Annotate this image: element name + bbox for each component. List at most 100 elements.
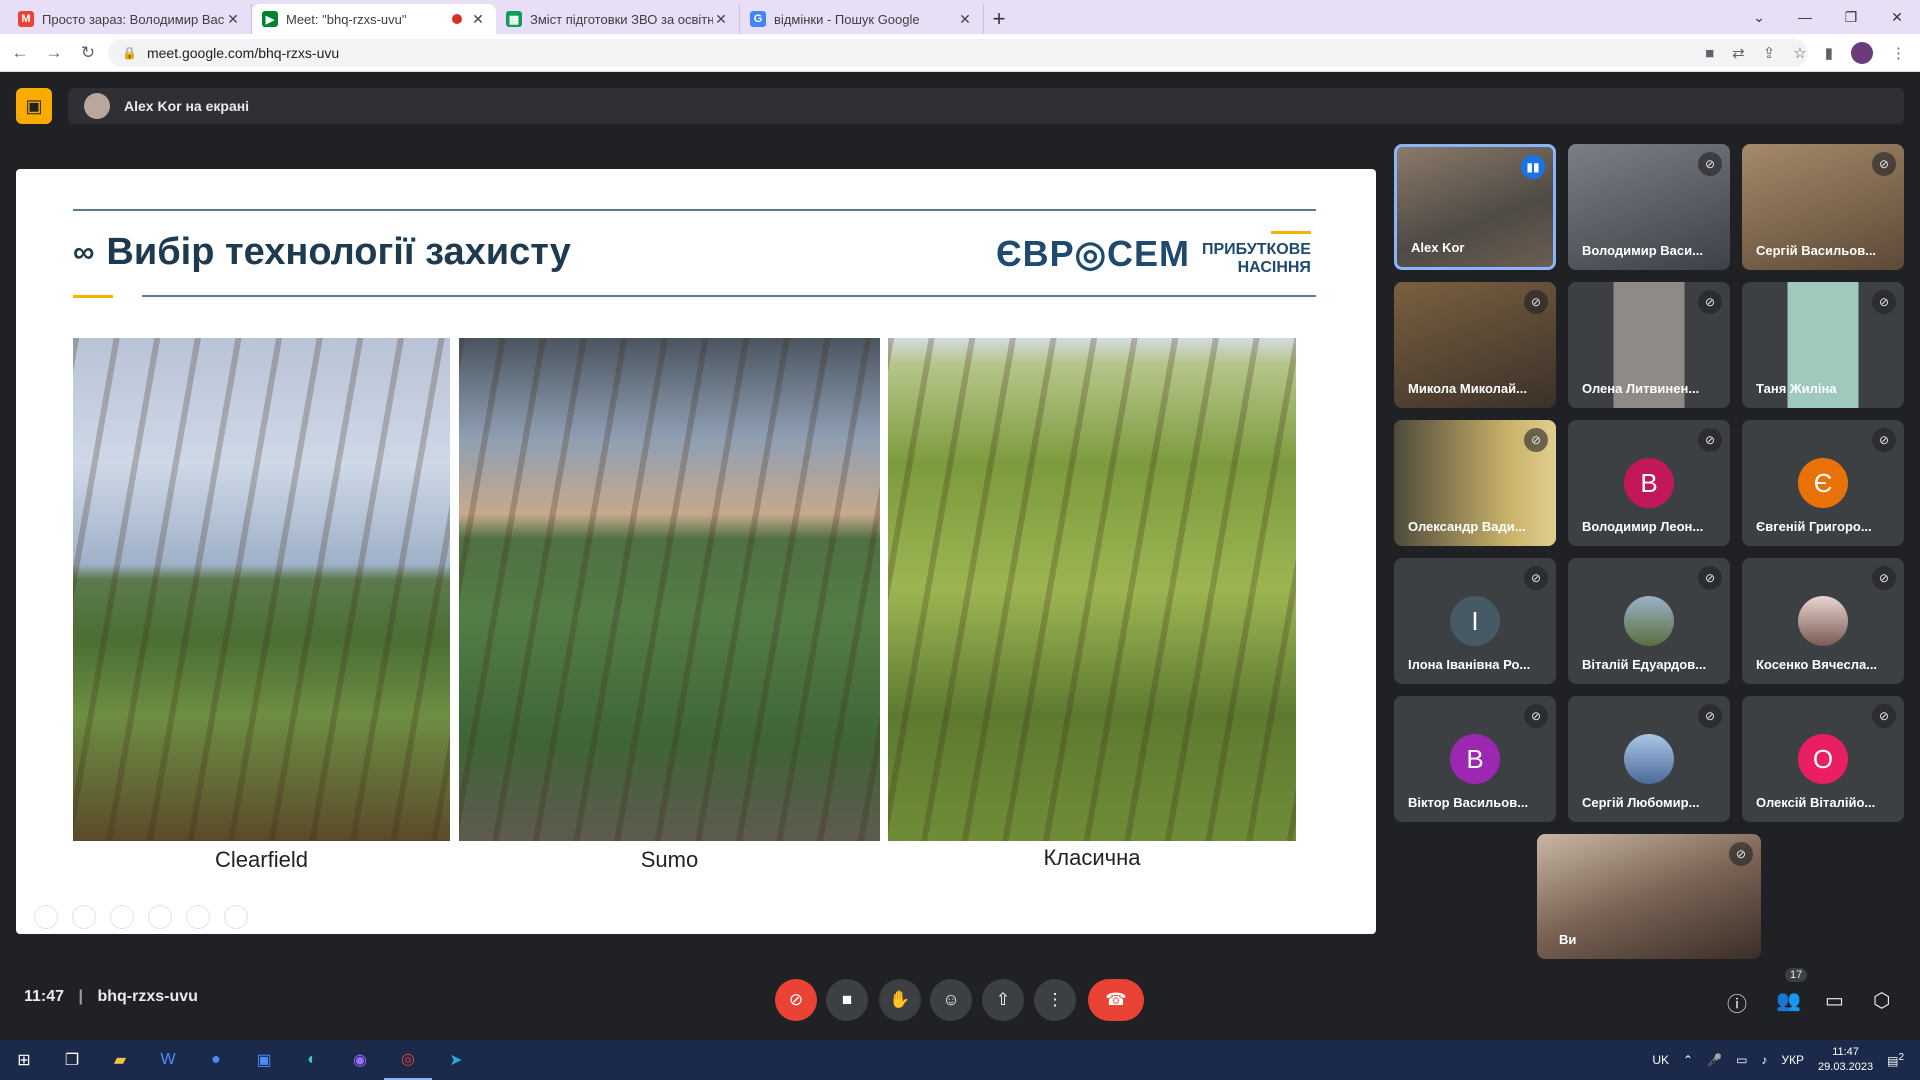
tab-google-search[interactable]: G відмінки - Пошук Google ✕ — [740, 4, 984, 34]
word-icon[interactable]: W — [144, 1040, 192, 1080]
microphone-icon[interactable]: 🎤 — [1707, 1053, 1722, 1067]
close-icon[interactable]: ✕ — [957, 11, 973, 28]
activities-icon[interactable]: ⬡ — [1873, 988, 1890, 1013]
camera-toggle-button[interactable]: ■ — [826, 979, 868, 1021]
participant-tile[interactable]: ⊘ В Володимир Леон... — [1568, 420, 1730, 546]
info-icon[interactable]: ⓘ — [1727, 988, 1747, 1017]
prev-slide-icon[interactable] — [34, 905, 58, 929]
participant-tile[interactable]: ⊘ Сергій Васильов... — [1742, 144, 1904, 270]
kebab-menu-icon[interactable]: ⋮ — [1891, 44, 1906, 62]
windows-start-icon[interactable]: ⊞ — [0, 1040, 48, 1080]
mic-off-icon: ⊘ — [788, 990, 804, 1009]
lang-short[interactable]: UK — [1652, 1053, 1669, 1067]
chevron-down-icon[interactable]: ⌄ — [1736, 0, 1782, 34]
file-explorer-icon[interactable]: ▰ — [96, 1040, 144, 1080]
edge-icon[interactable]: ◐ — [288, 1040, 336, 1080]
network-icon[interactable]: ▭ — [1736, 1053, 1747, 1067]
close-icon[interactable]: ✕ — [470, 11, 486, 28]
participant-name: Олександр Вади... — [1408, 519, 1526, 534]
minimize-button[interactable]: — — [1782, 0, 1828, 34]
reactions-button[interactable]: ☺ — [930, 979, 972, 1021]
logo-tagline: ПРИБУТКОВЕ НАСІННЯ — [1202, 231, 1311, 277]
mic-off-icon: ⊘ — [1872, 428, 1896, 452]
reload-icon[interactable]: ↻ — [74, 43, 102, 63]
address-bar-icons: ■ ⇄ ⇪ ☆ ▮ ⋮ — [1705, 42, 1906, 64]
participant-tile[interactable]: ⊘ В Віктор Васильов... — [1394, 696, 1556, 822]
participant-tile[interactable]: ⊘ Таня Жиліна — [1742, 282, 1904, 408]
mic-toggle-button[interactable]: ⊘ — [775, 979, 817, 1021]
people-count-badge: 17 — [1785, 968, 1808, 982]
mic-off-icon: ⊘ — [1872, 152, 1896, 176]
more-options-button[interactable]: ⋮ — [1034, 979, 1076, 1021]
camera-icon[interactable]: ■ — [1705, 45, 1714, 62]
participant-tile[interactable]: ⊘ О Олексій Віталійо... — [1742, 696, 1904, 822]
back-icon[interactable]: ← — [6, 43, 34, 63]
system-tray: UK ⌃ 🎤 ▭ ♪ УКР 11:47 29.03.2023 ▤2 — [1652, 1040, 1920, 1080]
lock-icon[interactable]: 🔒 — [122, 46, 137, 60]
store-icon[interactable]: ▣ — [240, 1040, 288, 1080]
participant-tile[interactable]: ⊘ Олена Литвинен... — [1568, 282, 1730, 408]
tab-sheets[interactable]: ▦ Зміст підготовки ЗВО за освітні... ✕ — [496, 4, 740, 34]
avatar: О — [1798, 734, 1848, 784]
tab-title: відмінки - Пошук Google — [774, 11, 920, 27]
volume-icon[interactable]: ♪ — [1761, 1053, 1767, 1067]
link-icon: ∞ — [73, 235, 95, 269]
participant-tile[interactable]: ⊘ Косенко Вячесла... — [1742, 558, 1904, 684]
participant-tile[interactable]: ⊘ Є Євгеній Григоро... — [1742, 420, 1904, 546]
new-tab-button[interactable]: + — [984, 4, 1014, 34]
close-icon[interactable]: ✕ — [713, 11, 729, 28]
participant-tile[interactable]: ⊘ Микола Миколай... — [1394, 282, 1556, 408]
more-icon[interactable] — [224, 905, 248, 929]
zoom-icon[interactable]: ● — [192, 1040, 240, 1080]
avatar — [84, 93, 110, 119]
close-window-button[interactable]: ✕ — [1874, 0, 1920, 34]
participant-tile[interactable]: ⊘ Володимир Васи... — [1568, 144, 1730, 270]
participant-tile[interactable]: ▮▮ Alex Kor — [1394, 144, 1556, 270]
self-view-tile[interactable]: ⊘ Ви — [1537, 834, 1761, 959]
people-icon[interactable]: 👥 — [1776, 988, 1801, 1013]
participant-tile[interactable]: ⊘ І Ілона Іванівна Ро... — [1394, 558, 1556, 684]
maximize-button[interactable]: ❐ — [1828, 0, 1874, 34]
avatar — [1798, 596, 1848, 646]
divider — [73, 295, 113, 298]
raise-hand-button[interactable]: ✋ — [879, 979, 921, 1021]
tab-meet[interactable]: ▶ Meet: "bhq-rzxs-uvu" ✕ — [252, 4, 496, 34]
pen-icon[interactable] — [110, 905, 134, 929]
divider — [142, 295, 1316, 297]
language-indicator[interactable]: УКР — [1781, 1053, 1804, 1067]
slides-icon[interactable] — [148, 905, 172, 929]
stop-presenting-icon[interactable]: ▣ — [16, 88, 52, 124]
task-view-icon[interactable]: ❐ — [48, 1040, 96, 1080]
bookmark-star-icon[interactable]: ☆ — [1793, 44, 1806, 62]
self-name: Ви — [1559, 932, 1577, 947]
side-panel-icon[interactable]: ▮ — [1825, 44, 1833, 62]
tab-gmail[interactable]: M Просто зараз: Володимир Васи... ✕ — [8, 4, 252, 34]
separator: | — [78, 988, 83, 1005]
viber-icon[interactable]: ◉ — [336, 1040, 384, 1080]
translate-icon[interactable]: ⇄ — [1732, 44, 1745, 62]
meeting-info: 11:47 | bhq-rzxs-uvu — [24, 988, 198, 1006]
divider — [73, 209, 1316, 211]
telegram-icon[interactable]: ➤ — [432, 1040, 480, 1080]
leave-call-button[interactable]: ☎ — [1088, 979, 1144, 1021]
chrome-icon[interactable]: ◎ — [384, 1040, 432, 1080]
zoom-icon[interactable] — [186, 905, 210, 929]
presentation-slide[interactable]: ∞ Вибір технології захисту ЄВР◎СЕМ ПРИБУ… — [16, 169, 1376, 934]
share-icon[interactable]: ⇪ — [1763, 44, 1776, 62]
present-button[interactable]: ⇧ — [982, 979, 1024, 1021]
notification-icon[interactable]: ▤2 — [1887, 1052, 1904, 1068]
next-slide-icon[interactable] — [72, 905, 96, 929]
close-icon[interactable]: ✕ — [225, 11, 241, 28]
participant-tile[interactable]: ⊘ Віталій Едуардов... — [1568, 558, 1730, 684]
profile-avatar[interactable] — [1851, 42, 1873, 64]
chat-icon[interactable]: ▭ — [1825, 988, 1844, 1013]
participant-tile[interactable]: ⊘ Олександр Вади... — [1394, 420, 1556, 546]
logo-tagline-line2: НАСІННЯ — [1237, 259, 1311, 276]
url-input[interactable]: 🔒 meet.google.com/bhq-rzxs-uvu — [108, 39, 1808, 67]
google-icon: G — [750, 11, 766, 27]
chevron-up-icon[interactable]: ⌃ — [1683, 1053, 1693, 1067]
forward-icon[interactable]: → — [40, 43, 68, 63]
taskbar-clock[interactable]: 11:47 29.03.2023 — [1818, 1045, 1873, 1075]
participant-tile[interactable]: ⊘ Сергій Любомир... — [1568, 696, 1730, 822]
avatar: В — [1450, 734, 1500, 784]
